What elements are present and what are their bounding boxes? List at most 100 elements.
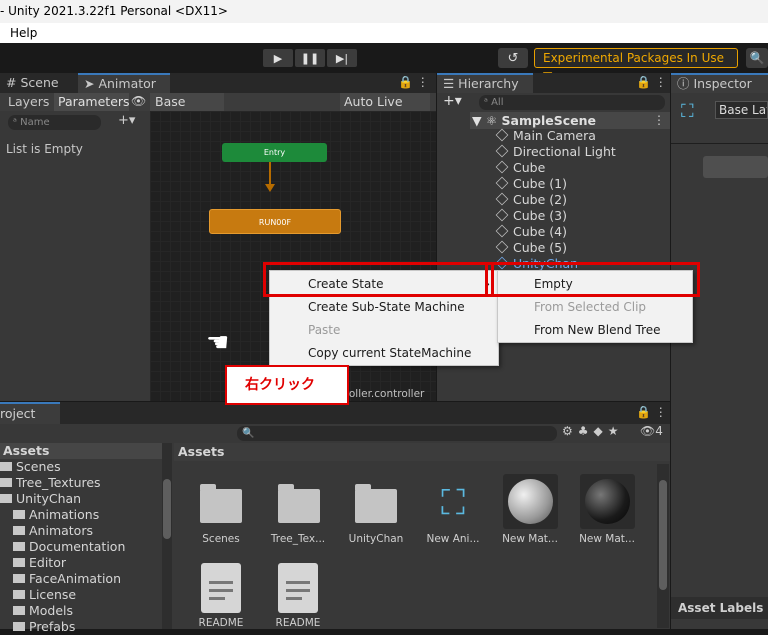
document-icon[interactable] [201, 563, 241, 613]
hierarchy-lock-icon[interactable]: 🔒 ⋮ [636, 75, 667, 89]
folder-icon [13, 542, 25, 551]
hierarchy-item[interactable]: Cube (2) [495, 192, 567, 208]
submenu-item-from-selected-clip[interactable]: From Selected Clip [498, 296, 692, 318]
project-search-input[interactable]: 🔍 [237, 426, 557, 441]
hierarchy-item[interactable]: Cube (3) [495, 208, 567, 224]
tab-parameters[interactable]: Parameters [54, 93, 130, 111]
menu-item-paste[interactable]: Paste [270, 319, 498, 341]
experimental-packages-dropdown[interactable]: Experimental Packages In Use ▼ [534, 48, 738, 83]
tab-layers[interactable]: Layers [8, 94, 49, 109]
asset-label: README [275, 617, 321, 629]
gameobject-icon [495, 176, 509, 190]
history-icon: ↺ [507, 50, 519, 66]
lock-menu-icon[interactable]: 🔒 ⋮ [398, 75, 429, 89]
tree-item[interactable]: License [0, 587, 76, 603]
tree-item[interactable]: Prefabs [0, 619, 75, 635]
gameobject-icon [495, 144, 509, 158]
tree-item-assets[interactable]: Assets [0, 443, 49, 459]
gameobject-icon [495, 192, 509, 206]
tree-item[interactable]: Models [0, 603, 73, 619]
animator-controller-asset-icon[interactable]: ⛶ [430, 480, 476, 526]
tree-item[interactable]: FaceAnimation [0, 571, 121, 587]
play-button[interactable]: ▶ [263, 49, 293, 67]
tree-item-label: FaceAnimation [29, 571, 121, 586]
add-parameter-button[interactable]: +▾ [118, 113, 135, 128]
transition-arrow-icon [265, 184, 275, 192]
material-thumb[interactable] [580, 474, 635, 529]
assets-scrollbar-thumb[interactable] [659, 480, 667, 590]
project-lock-icon[interactable]: 🔒 ⋮ [636, 405, 667, 419]
tree-item[interactable]: UnityChan [0, 491, 81, 507]
pause-button[interactable]: ❚❚ [295, 49, 325, 67]
breadcrumb-base-layer[interactable]: Base Layer [150, 93, 224, 127]
step-button[interactable]: ▶| [327, 49, 357, 67]
asset-labels-header[interactable]: Asset Labels [671, 597, 768, 619]
hierarchy-item-label: Cube [513, 160, 546, 175]
history-button[interactable]: ↺ [498, 48, 528, 68]
assets-scrollbar[interactable] [657, 464, 669, 628]
hierarchy-item[interactable]: Cube [495, 160, 546, 176]
hierarchy-item[interactable]: Cube (4) [495, 224, 567, 240]
project-filter-icons[interactable]: ⚙♣◆★ [562, 424, 624, 438]
hierarchy-item-label: Cube (1) [513, 176, 567, 191]
auto-live-link-button[interactable]: Auto Live Link [340, 93, 430, 127]
hierarchy-item[interactable]: Cube (1) [495, 176, 567, 192]
tab-project[interactable]: roject [0, 402, 60, 424]
entry-node[interactable]: Entry [222, 143, 327, 162]
material-thumb[interactable] [503, 474, 558, 529]
hierarchy-item[interactable]: Main Camera [495, 128, 596, 144]
material-sphere-icon [585, 479, 630, 524]
tree-item[interactable]: Animations [0, 507, 99, 523]
hierarchy-item[interactable]: Directional Light [495, 144, 616, 160]
tree-item[interactable]: Scenes [0, 459, 61, 475]
document-icon[interactable] [278, 563, 318, 613]
folder-icon [13, 558, 25, 567]
pause-icon: ❚❚ [300, 51, 320, 65]
document-line [286, 597, 302, 600]
tree-scrollbar[interactable] [162, 443, 172, 629]
hidden-count-value: 4 [655, 424, 663, 438]
window-title: - Unity 2021.3.22f1 Personal <DX11> [0, 0, 768, 23]
search-icon: 🔍 [749, 51, 765, 65]
tree-scrollbar-thumb[interactable] [163, 479, 171, 539]
inspector-button[interactable] [703, 156, 768, 178]
menu-item-copy-statemachine[interactable]: Copy current StateMachine [270, 342, 498, 364]
pointing-hand-icon: ☚ [206, 328, 230, 358]
submenu-item-from-new-blend-tree[interactable]: From New Blend Tree [498, 319, 692, 341]
tree-item[interactable]: Documentation [0, 539, 125, 555]
tree-item-label: Documentation [29, 539, 126, 554]
right-click-label: 右クリック [225, 365, 349, 405]
folder-icon[interactable] [278, 484, 320, 523]
gameobject-icon [495, 224, 509, 238]
tab-animator[interactable]: ➤ Animator [78, 73, 170, 93]
hierarchy-search-input[interactable]: ᵃ All [479, 95, 665, 110]
menu-item-create-substate[interactable]: Create Sub-State Machine [270, 296, 498, 318]
search-button[interactable]: 🔍 [746, 48, 768, 68]
document-line [209, 581, 233, 584]
tree-item[interactable]: Tree_Textures [0, 475, 101, 491]
folder-icon [13, 606, 25, 615]
tree-item[interactable]: Animators [0, 523, 93, 539]
assets-breadcrumb[interactable]: Assets [174, 443, 670, 461]
tree-item-label: Tree_Textures [16, 475, 101, 490]
folder-icon [13, 510, 25, 519]
menu-help[interactable]: Help [0, 26, 37, 40]
hierarchy-add-button[interactable]: +▾ [443, 93, 462, 109]
hierarchy-item[interactable]: Cube (5) [495, 240, 567, 256]
tab-scene[interactable]: # Scene [0, 73, 78, 93]
eye-icon[interactable]: 👁 [131, 94, 146, 108]
inspector-name-field[interactable]: Base Lay [715, 101, 768, 119]
tab-inspector[interactable]: ⓘ Inspector [671, 73, 768, 93]
scene-menu-icon[interactable]: ⋮ [653, 113, 665, 127]
parameter-search-input[interactable]: ᵃ Name [8, 115, 101, 130]
tab-hierarchy[interactable]: ☰ Hierarchy [437, 73, 533, 93]
scene-name: ▼ ⚛ SampleScene [472, 113, 596, 128]
tree-item-label: License [29, 587, 77, 602]
tree-item[interactable]: Editor [0, 555, 66, 571]
folder-icon[interactable] [355, 484, 397, 523]
folder-icon[interactable] [200, 484, 242, 523]
hierarchy-item-label: Cube (4) [513, 224, 567, 239]
folder-icon [0, 478, 12, 487]
folder-icon [13, 590, 25, 599]
state-node-run00f[interactable]: RUN00F [209, 209, 341, 234]
